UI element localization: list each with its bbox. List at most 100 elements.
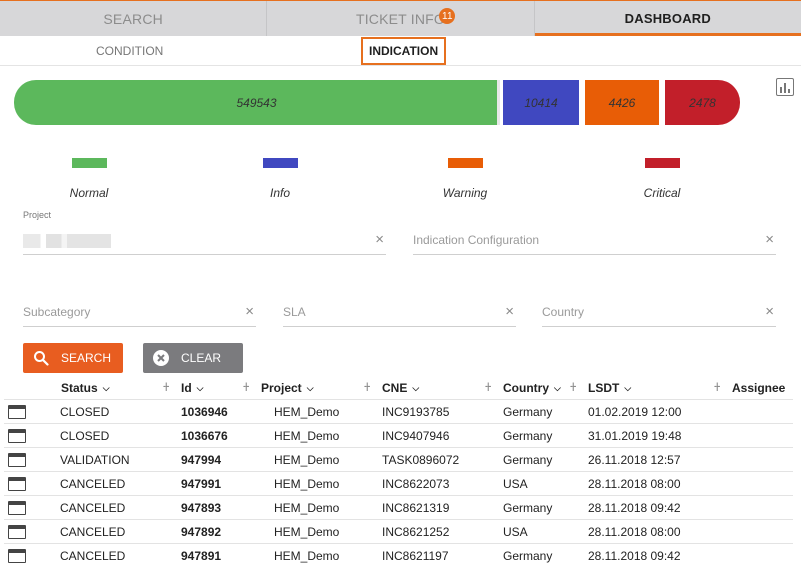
cell-country: Germany xyxy=(503,405,553,419)
table-row[interactable]: CANCELED 947991 HEM_Demo INC8622073 USA 28.11… xyxy=(4,471,793,495)
cell-status: CLOSED xyxy=(60,405,110,419)
column-header-lsdt[interactable]: LSDT ⌵ xyxy=(588,379,631,397)
search-button-label: SEARCH xyxy=(61,351,112,365)
open-window-icon[interactable] xyxy=(8,405,26,419)
sla-field[interactable]: SLA × xyxy=(283,301,516,327)
column-header-cne[interactable]: CNE ⌵ xyxy=(382,379,419,397)
cell-country: USA xyxy=(503,477,528,491)
tab-ticket-info[interactable]: TICKET INFO 11 xyxy=(267,1,535,36)
cell-country: Germany xyxy=(503,501,553,515)
chevron-down-icon: ⌵ xyxy=(306,382,314,393)
cell-project: HEM_Demo xyxy=(274,453,340,467)
project-clear-icon[interactable]: × xyxy=(375,232,384,247)
project-value-redacted xyxy=(23,234,111,248)
tab-dashboard[interactable]: DASHBOARD xyxy=(534,1,801,36)
column-resize-handle[interactable]: -|- xyxy=(243,381,249,391)
cell-cne: INC8621319 xyxy=(382,501,450,515)
subcategory-field[interactable]: Subcategory × xyxy=(23,301,256,327)
clear-circle-icon xyxy=(153,350,169,366)
clear-button[interactable]: CLEAR xyxy=(143,343,243,373)
indication-configuration-field[interactable]: Indication Configuration × xyxy=(413,229,776,255)
cell-country: Germany xyxy=(503,549,553,563)
subcategory-clear-icon[interactable]: × xyxy=(245,304,254,319)
cell-id: 1036676 xyxy=(181,429,228,443)
cell-lsdt: 26.11.2018 12:57 xyxy=(588,453,681,467)
cell-status: CANCELED xyxy=(60,477,126,491)
table-row[interactable]: VALIDATION 947994 HEM_Demo TASK0896072 Germa… xyxy=(4,447,793,471)
legend-normal: Normal xyxy=(44,155,134,200)
tab-search[interactable]: SEARCH xyxy=(0,1,268,36)
cell-project: HEM_Demo xyxy=(274,429,340,443)
country-field[interactable]: Country × xyxy=(542,301,776,327)
cell-cne: INC8621197 xyxy=(382,549,449,563)
column-header-country[interactable]: Country ⌵ xyxy=(503,379,561,397)
cell-id: 947991 xyxy=(181,477,222,491)
column-resize-handle[interactable]: -|- xyxy=(485,381,491,391)
subtab-condition[interactable]: CONDITION xyxy=(96,36,163,66)
cell-lsdt: 31.01.2019 19:48 xyxy=(588,429,682,443)
search-button[interactable]: SEARCH xyxy=(23,343,123,373)
open-window-icon[interactable] xyxy=(8,549,26,563)
chevron-down-icon: ⌵ xyxy=(412,382,420,393)
subtab-indication[interactable]: INDICATION xyxy=(361,37,447,65)
table-row[interactable]: CLOSED 1036946 HEM_Demo INC9193785 Germany 01… xyxy=(4,399,793,423)
open-window-icon[interactable] xyxy=(8,453,26,467)
country-clear-icon[interactable]: × xyxy=(765,304,774,319)
cell-id: 947994 xyxy=(181,453,222,467)
column-resize-handle[interactable]: -|- xyxy=(570,381,576,391)
indication-configuration-clear-icon[interactable]: × xyxy=(765,232,774,247)
legend-warning: Warning xyxy=(420,155,510,200)
open-window-icon[interactable] xyxy=(8,429,26,443)
cell-lsdt: 28.11.2018 08:00 xyxy=(588,477,681,491)
bar-segment-normal[interactable]: 549543 xyxy=(14,80,499,125)
table-row[interactable]: CANCELED 947893 HEM_Demo INC8621319 Germany 2… xyxy=(4,495,793,519)
cell-status: CANCELED xyxy=(60,501,126,515)
legend-label-warning: Warning xyxy=(442,186,488,200)
table-row[interactable]: CANCELED 947892 HEM_Demo INC8621252 USA 28.11… xyxy=(4,519,793,543)
table-row[interactable]: CLOSED 1036676 HEM_Demo INC9407946 Germany 31… xyxy=(4,423,793,447)
cell-cne: INC8622073 xyxy=(382,477,450,491)
legend-swatch-warning xyxy=(447,158,483,168)
legend-info: Info xyxy=(235,155,325,200)
project-field[interactable]: × xyxy=(23,229,386,255)
column-header-id[interactable]: Id ⌵ xyxy=(181,379,204,397)
table-row[interactable]: CANCELED 947891 HEM_Demo INC8621197 Germany 2… xyxy=(4,543,793,567)
bar-segment-critical[interactable]: 2478 xyxy=(665,80,740,125)
bar-segment-info[interactable]: 10414 xyxy=(503,80,579,125)
open-window-icon[interactable] xyxy=(8,525,26,539)
cell-id: 947892 xyxy=(181,525,222,539)
legend-critical: Critical xyxy=(617,155,707,200)
sub-tab-bar: CONDITION INDICATION xyxy=(0,36,801,66)
cell-country: USA xyxy=(503,525,528,539)
cell-id: 1036946 xyxy=(181,405,228,419)
cell-cne: INC8621252 xyxy=(382,525,450,539)
indication-configuration-placeholder: Indication Configuration xyxy=(413,233,540,247)
bar-chart-icon[interactable] xyxy=(776,78,794,96)
cell-cne: TASK0896072 xyxy=(382,453,460,467)
top-tab-bar: SEARCH TICKET INFO 11 DASHBOARD xyxy=(0,0,801,36)
cell-id: 947891 xyxy=(181,549,222,563)
sla-clear-icon[interactable]: × xyxy=(505,304,514,319)
cell-cne: INC9407946 xyxy=(382,429,450,443)
open-window-icon[interactable] xyxy=(8,501,26,515)
subcategory-placeholder: Subcategory xyxy=(23,305,91,319)
cell-project: HEM_Demo xyxy=(274,525,340,539)
cell-status: CANCELED xyxy=(60,525,126,539)
column-header-status[interactable]: Status ⌵ xyxy=(61,379,110,397)
column-header-assignee[interactable]: Assignee xyxy=(732,379,785,397)
column-header-project[interactable]: Project ⌵ xyxy=(261,379,314,397)
column-resize-handle[interactable]: -|- xyxy=(364,381,370,391)
column-resize-handle[interactable]: -|- xyxy=(163,381,169,391)
cell-cne: INC9193785 xyxy=(382,405,450,419)
legend-label-info: Info xyxy=(269,186,290,200)
bar-segment-warning[interactable]: 4426 xyxy=(585,80,659,125)
legend-label-normal: Normal xyxy=(69,186,109,200)
cell-lsdt: 28.11.2018 08:00 xyxy=(588,525,681,539)
open-window-icon[interactable] xyxy=(8,477,26,491)
legend-swatch-info xyxy=(262,158,298,168)
chevron-down-icon: ⌵ xyxy=(102,382,110,393)
project-field-label: Project xyxy=(23,210,52,220)
sla-placeholder: SLA xyxy=(283,305,306,319)
cell-project: HEM_Demo xyxy=(274,501,340,515)
column-resize-handle[interactable]: -|- xyxy=(714,381,720,391)
